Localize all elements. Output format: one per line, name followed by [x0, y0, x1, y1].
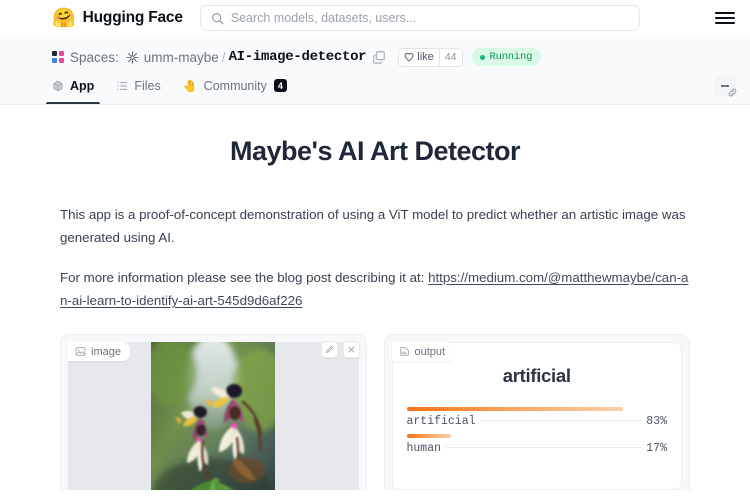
confidence-label: artificial	[406, 415, 476, 429]
search-placeholder-text: Search models, datasets, users...	[230, 11, 417, 25]
hugging-face-logo-icon: 🤗	[52, 7, 76, 29]
label-output: artificial artificial 83% human 17%	[391, 342, 682, 490]
like-label: like	[417, 51, 434, 63]
kebab-menu-icon[interactable]	[714, 75, 737, 97]
clear-image-button[interactable]	[342, 341, 360, 359]
file-list-icon	[117, 81, 128, 90]
tab-app[interactable]: App	[45, 74, 101, 104]
organization-avatar-icon	[126, 50, 139, 64]
community-count-badge: 4	[273, 79, 287, 92]
edit-image-button[interactable]	[320, 341, 338, 359]
top-navigation-bar: 🤗 Hugging Face Search models, datasets, …	[0, 0, 750, 36]
tab-files[interactable]: Files	[116, 74, 161, 104]
cube-icon	[53, 80, 63, 91]
breadcrumb: Spaces: umm-maybe / AI-image-detector li…	[52, 46, 736, 68]
hugging-face-home-link[interactable]: 🤗 Hugging Face	[52, 9, 183, 28]
like-count: 44	[438, 48, 462, 66]
image-panel-chip-label: image	[91, 345, 121, 358]
confidence-percent: 83%	[646, 415, 667, 429]
like-button-main[interactable]: like	[399, 49, 439, 66]
like-button[interactable]: like 44	[398, 47, 463, 67]
tab-community-label: Community	[203, 78, 267, 93]
confidence-bar	[406, 407, 623, 412]
confidence-percent: 17%	[646, 442, 667, 456]
hand-icon: 🤚	[182, 78, 198, 93]
confidence-line: human 17%	[407, 442, 668, 455]
status-badge: Running	[471, 48, 542, 66]
breadcrumb-separator: /	[221, 49, 226, 65]
output-panel: output artificial artificial 83% human 1…	[383, 334, 690, 490]
copy-icon[interactable]	[372, 50, 386, 64]
picture-icon	[75, 347, 86, 356]
status-label: Running	[489, 51, 533, 63]
brand-name: Hugging Face	[82, 9, 183, 26]
output-panel-chip: output	[391, 342, 455, 362]
close-icon	[348, 346, 354, 353]
space-header: Spaces: umm-maybe / AI-image-detector li…	[0, 36, 750, 105]
tab-app-label: App	[70, 78, 95, 93]
confidence-line: artificial 83%	[407, 415, 668, 428]
confidence-row: human 17%	[406, 434, 668, 455]
hamburger-icon[interactable]	[714, 7, 736, 29]
spaces-grid-icon	[52, 51, 64, 63]
blog-post-prefix: For more information please see the blog…	[60, 269, 429, 285]
link-icon	[728, 88, 737, 97]
tab-community[interactable]: 🤚 Community 4	[183, 74, 287, 104]
image-panel-chip: image	[68, 342, 130, 362]
confidence-label: human	[406, 442, 442, 456]
io-panels: image output artificial artificial 83% h…	[14, 334, 736, 490]
label-icon	[399, 347, 409, 356]
blog-post-paragraph: For more information please see the blog…	[14, 266, 736, 312]
leader-dots	[446, 447, 642, 449]
search-icon	[211, 12, 224, 24]
pencil-icon	[325, 346, 333, 353]
image-input-panel[interactable]: image	[60, 334, 367, 490]
output-panel-chip-label: output	[414, 345, 446, 358]
status-dot-icon	[479, 54, 485, 60]
breadcrumb-spaces-link[interactable]: Spaces:	[70, 50, 119, 65]
confidence-row: artificial 83%	[406, 407, 668, 428]
leader-dots	[480, 420, 642, 422]
gradio-app-body: Maybe's AI Art Detector This app is a pr…	[0, 105, 750, 490]
image-tools	[320, 341, 360, 359]
tab-files-label: Files	[134, 78, 161, 93]
image-preview-area[interactable]	[68, 342, 359, 490]
breadcrumb-owner-link[interactable]: umm-maybe	[144, 50, 219, 65]
confidence-bar	[406, 434, 451, 439]
search-input[interactable]: Search models, datasets, users...	[199, 5, 640, 31]
uploaded-image-thumbnail	[151, 342, 276, 490]
description-paragraph: This app is a proof-of-concept demonstra…	[60, 206, 686, 245]
ai-generated-orchid-image	[151, 342, 276, 490]
space-tabs: App Files 🤚 Community 4	[45, 74, 737, 104]
breadcrumb-repo-name[interactable]: AI-image-detector	[229, 49, 367, 65]
predicted-label: artificial	[502, 365, 571, 387]
page-title: Maybe's AI Art Detector	[230, 136, 521, 166]
heart-icon	[404, 52, 414, 62]
